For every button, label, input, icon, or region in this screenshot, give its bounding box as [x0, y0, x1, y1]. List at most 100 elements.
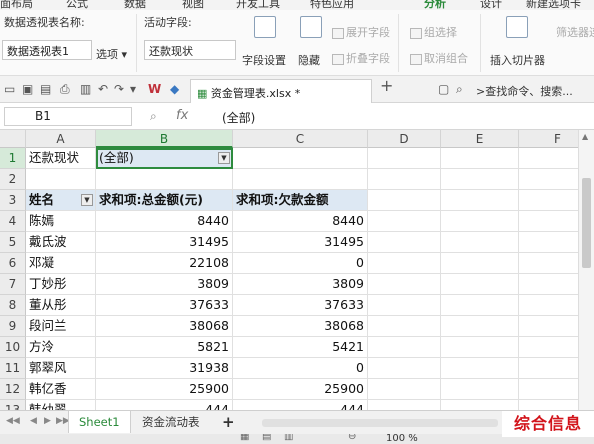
row-header[interactable]: 2	[0, 169, 26, 190]
cell-total-amount[interactable]: 444	[96, 400, 233, 410]
function-icon[interactable]: fx	[176, 108, 188, 123]
cell-empty[interactable]	[368, 400, 441, 410]
cell-empty[interactable]	[519, 211, 578, 232]
cell-empty[interactable]	[368, 337, 441, 358]
cell-empty[interactable]	[441, 316, 519, 337]
cell-total-amount[interactable]: 求和项:总金额(元)	[96, 190, 233, 211]
column-header-d[interactable]: D	[368, 130, 441, 148]
name-filter-dropdown-icon[interactable]: ▼	[81, 194, 93, 206]
save-as-icon[interactable]: ▤	[40, 82, 51, 96]
cell-empty[interactable]	[519, 358, 578, 379]
cell-debt-amount[interactable]: 3809	[233, 274, 368, 295]
name-box[interactable]: B1	[4, 107, 132, 126]
cell-empty[interactable]	[441, 169, 519, 190]
horizontal-scrollbar[interactable]	[262, 419, 498, 427]
formula-content[interactable]: (全部)	[222, 109, 255, 126]
cell-empty[interactable]	[441, 148, 519, 169]
cell-empty[interactable]	[519, 169, 578, 190]
cell-empty[interactable]	[368, 190, 441, 211]
cube-icon[interactable]: ◆	[170, 82, 179, 96]
hide-button[interactable]: 隐藏	[298, 52, 320, 68]
ungroup-button[interactable]: 取消组合	[410, 50, 468, 66]
collapse-field-button[interactable]: 折叠字段	[332, 50, 390, 66]
zoom-out-icon[interactable]: ⊖	[348, 434, 356, 442]
cell-debt-amount[interactable]: 8440	[233, 211, 368, 232]
column-header-e[interactable]: E	[441, 130, 519, 148]
cell-empty[interactable]	[441, 400, 519, 410]
document-tab[interactable]: ▦ 资金管理表.xlsx *	[190, 79, 372, 103]
cell-empty[interactable]	[441, 274, 519, 295]
sheet-tab-sheet1[interactable]: Sheet1	[68, 411, 131, 433]
menu-tab-features[interactable]: 特色应用	[310, 0, 354, 10]
row-header[interactable]: 13	[0, 400, 26, 410]
column-header-b[interactable]: B	[96, 130, 233, 148]
cell-name[interactable]: 韩幼翠	[26, 400, 96, 410]
vertical-scrollbar[interactable]: ▲	[578, 130, 594, 410]
chevron-down-icon[interactable]: ▾	[130, 82, 136, 96]
page-break-icon[interactable]: ▥	[284, 434, 293, 442]
command-search-input[interactable]: >查找命令、搜索...	[472, 81, 594, 100]
cell-total-amount[interactable]: 3809	[96, 274, 233, 295]
menu-tab-analyze[interactable]: 分析	[418, 0, 452, 10]
cell-empty[interactable]	[368, 358, 441, 379]
cell-empty[interactable]	[368, 253, 441, 274]
row-header[interactable]: 5	[0, 232, 26, 253]
cell-empty[interactable]	[368, 316, 441, 337]
active-field-input[interactable]: 还款现状	[144, 40, 236, 60]
sheet-nav-next-icon[interactable]: ▶	[44, 416, 51, 426]
cell-empty[interactable]	[368, 232, 441, 253]
cell-empty[interactable]	[441, 337, 519, 358]
cell-empty[interactable]	[368, 379, 441, 400]
cell-empty[interactable]	[441, 358, 519, 379]
cell-total-amount[interactable]: 5821	[96, 337, 233, 358]
folder-icon[interactable]: ▭	[4, 82, 15, 96]
cell-total-amount[interactable]: 31495	[96, 232, 233, 253]
cell-debt-amount[interactable]: 求和项:欠款金额	[233, 190, 368, 211]
row-header[interactable]: 8	[0, 295, 26, 316]
cell-name[interactable]: 郭翠风	[26, 358, 96, 379]
menu-tab-data[interactable]: 数据	[124, 0, 146, 10]
cell-empty[interactable]	[441, 379, 519, 400]
sheet-tab-cashflow[interactable]: 资金流动表	[132, 411, 210, 433]
cell-empty[interactable]	[368, 295, 441, 316]
cell-name[interactable]: 邓凝	[26, 253, 96, 274]
cell-empty[interactable]	[519, 316, 578, 337]
expand-field-button[interactable]: 展开字段	[332, 24, 390, 40]
cell-empty[interactable]	[368, 169, 441, 190]
cell-name[interactable]: 方泠	[26, 337, 96, 358]
undo-icon[interactable]: ↶	[98, 82, 108, 96]
insert-slicer-button[interactable]: 插入切片器	[490, 52, 545, 68]
cell-empty[interactable]	[441, 295, 519, 316]
cell-name[interactable]: 丁妙彤	[26, 274, 96, 295]
zoom-level[interactable]: 100 %	[386, 434, 418, 444]
sheet-nav-prev-icon[interactable]: ◀	[30, 416, 37, 426]
column-header-c[interactable]: C	[233, 130, 368, 148]
normal-view-icon[interactable]: ▦	[240, 434, 249, 442]
cell-debt-amount[interactable]: 0	[233, 253, 368, 274]
cell-total-amount[interactable]: 38068	[96, 316, 233, 337]
cell-name[interactable]: 韩亿香	[26, 379, 96, 400]
cell-total-amount[interactable]: 22108	[96, 253, 233, 274]
cell-debt-amount[interactable]: 5421	[233, 337, 368, 358]
cell-empty[interactable]	[519, 232, 578, 253]
cell-empty[interactable]	[441, 253, 519, 274]
row-header[interactable]: 4	[0, 211, 26, 232]
filter-connections-button[interactable]: 筛选器连接	[556, 24, 594, 40]
redo-icon[interactable]: ↷	[114, 82, 124, 96]
select-all-corner[interactable]	[0, 130, 26, 148]
cell-debt-amount[interactable]: 25900	[233, 379, 368, 400]
options-button[interactable]: 选项 ▾	[96, 46, 127, 62]
cell-debt-amount[interactable]: 31495	[233, 232, 368, 253]
cell-debt-amount[interactable]: 38068	[233, 316, 368, 337]
cell-empty[interactable]	[519, 190, 578, 211]
scroll-up-icon[interactable]: ▲	[582, 132, 588, 141]
filter-dropdown-icon[interactable]: ▼	[218, 152, 230, 164]
row-header[interactable]: 10	[0, 337, 26, 358]
cell-empty[interactable]	[519, 295, 578, 316]
sheet-nav-first-icon[interactable]: ◀◀	[6, 416, 20, 426]
row-header[interactable]: 11	[0, 358, 26, 379]
row-header[interactable]: 7	[0, 274, 26, 295]
group-selection-button[interactable]: 组选择	[410, 24, 457, 40]
cell-debt-amount[interactable]	[233, 169, 368, 190]
cell-empty[interactable]	[368, 211, 441, 232]
